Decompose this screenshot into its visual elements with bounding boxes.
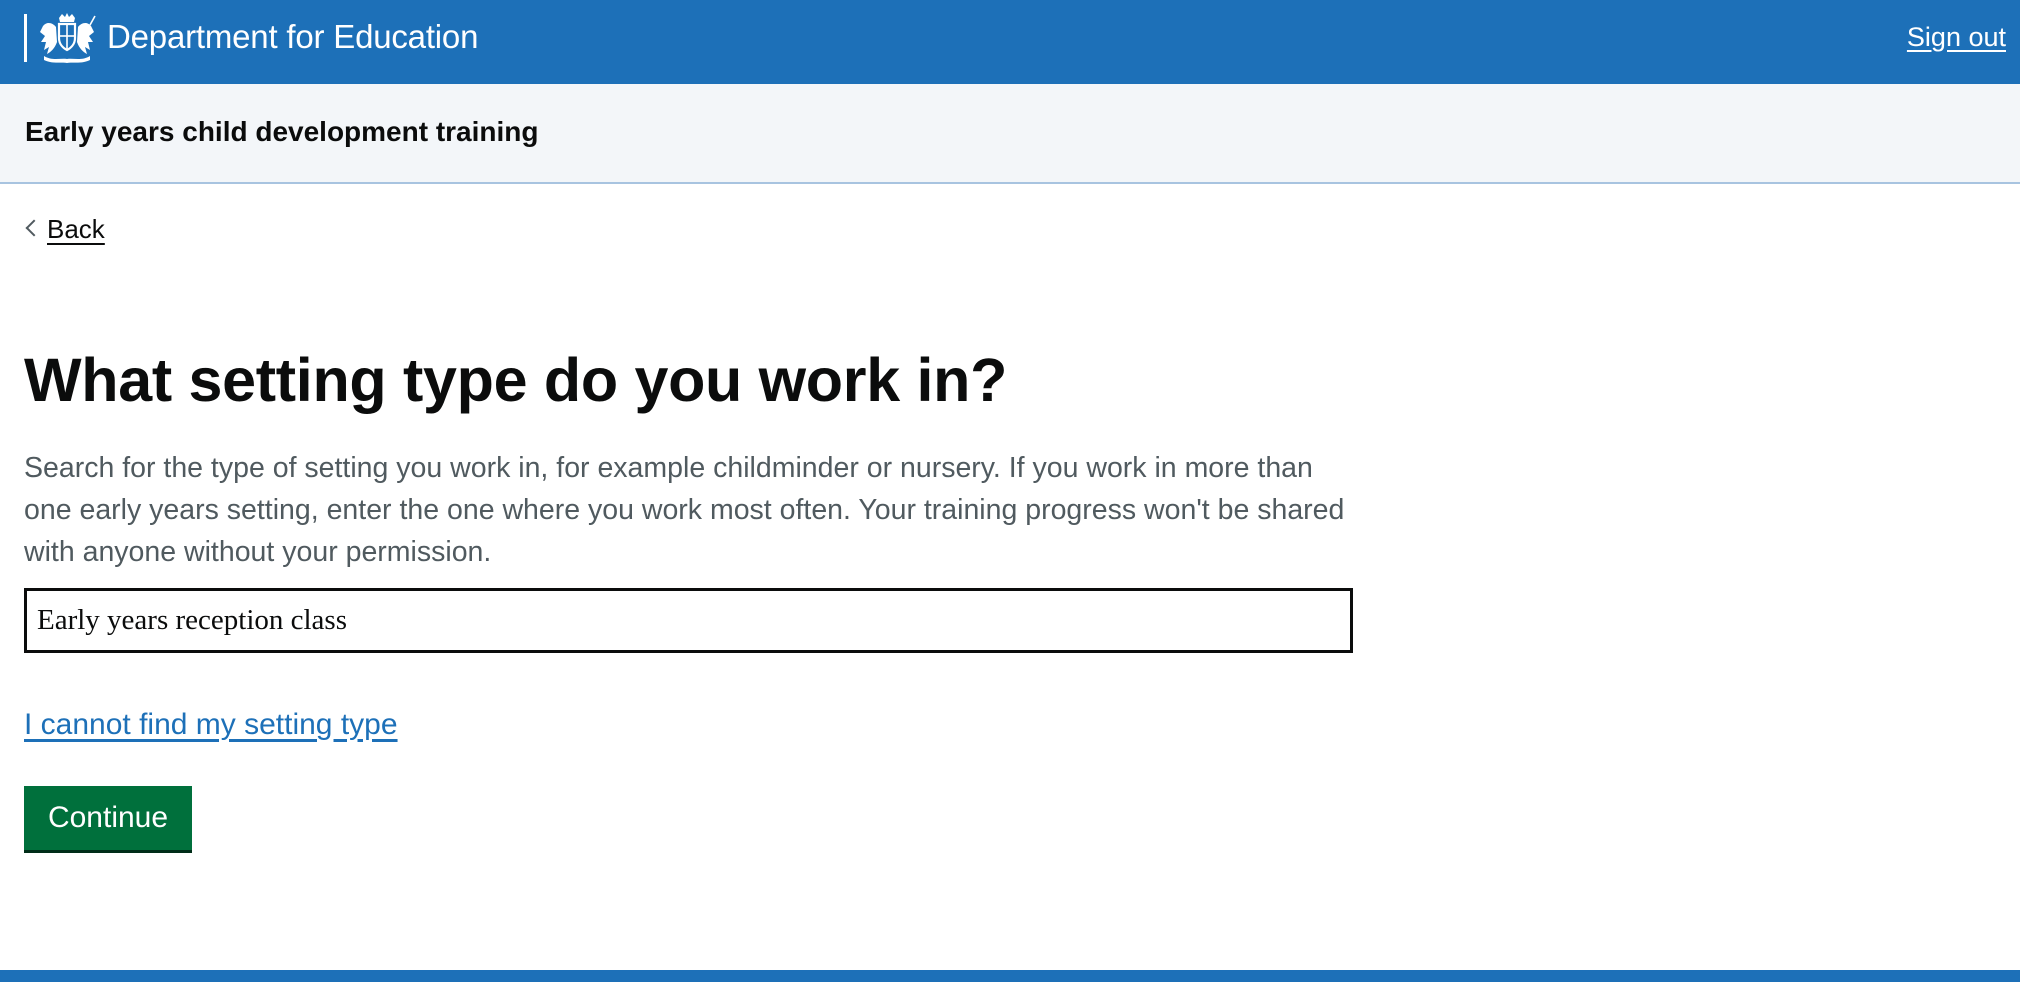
- footer-bar: [0, 970, 2020, 982]
- back-link-label: Back: [47, 214, 105, 244]
- header-divider: [24, 14, 27, 62]
- chevron-left-icon: [25, 219, 43, 237]
- setting-type-hint: Search for the type of setting you work …: [24, 452, 1345, 568]
- department-name: Department for Education: [107, 18, 479, 55]
- page-title: What setting type do you work in?: [24, 346, 1008, 414]
- service-name[interactable]: Early years child development training: [25, 115, 539, 149]
- cannot-find-setting-type-link[interactable]: I cannot find my setting type: [24, 707, 398, 743]
- sign-out-link[interactable]: Sign out: [1907, 21, 2006, 53]
- royal-coat-of-arms-icon: [40, 13, 96, 63]
- continue-button[interactable]: Continue: [24, 786, 192, 850]
- site-header: Department for Education Sign out: [0, 0, 2020, 84]
- continue-button-label: Continue: [47, 801, 169, 834]
- service-navigation: Early years child development training: [0, 84, 2020, 184]
- setting-type-input[interactable]: Early years reception class: [24, 588, 1353, 653]
- setting-type-value: Early years reception class: [37, 604, 347, 636]
